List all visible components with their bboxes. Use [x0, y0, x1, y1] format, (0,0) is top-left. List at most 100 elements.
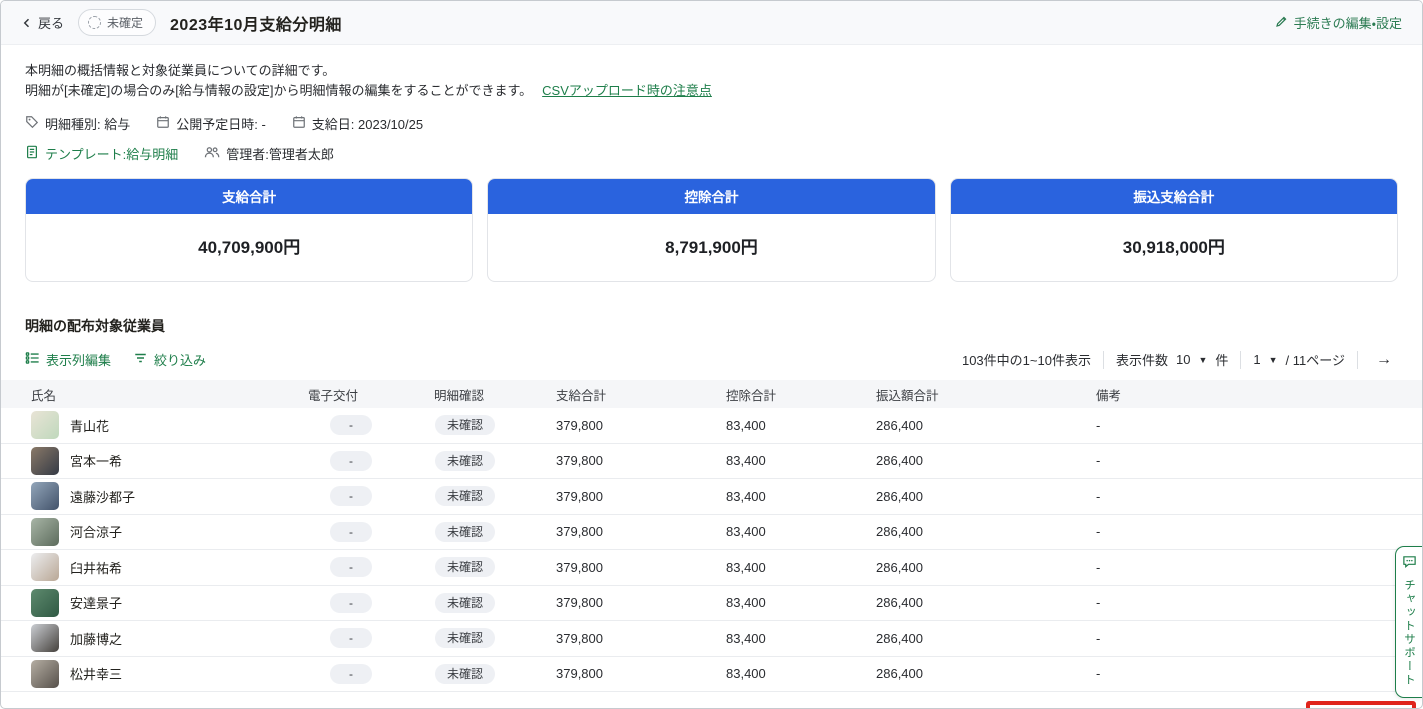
confirm-status-badge: 未確認: [435, 450, 496, 471]
transfer-total-cell: 286,400: [876, 524, 923, 540]
table-toolbar: 表示列編集 絞り込み 103件中の1~10件表示 表示件数 10 ▼ 件 1 ▼…: [25, 350, 1398, 369]
table-row[interactable]: 河合涼子 - 未確認 379,800 83,400 286,400 -: [1, 514, 1422, 550]
card-value: 40,709,900円: [198, 238, 301, 257]
pagination-range: 103件中の1~10件表示: [961, 353, 1091, 368]
transfer-total-cell: 286,400: [876, 453, 923, 469]
status-badge: 未確定: [78, 9, 157, 36]
column-header: 電子交付: [308, 388, 359, 403]
payment-total-cell: 379,800: [556, 559, 603, 575]
chevron-down-icon[interactable]: ▼: [1269, 355, 1278, 365]
procedure-edit-settings-link[interactable]: 手続きの編集・設定: [1275, 13, 1402, 32]
deduction-total-cell: 83,400: [726, 488, 766, 504]
chevron-left-icon: [21, 17, 33, 29]
confirm-status-badge: 未確認: [435, 557, 496, 578]
publish-datetime: 公開予定日時: -: [156, 114, 266, 133]
avatar: [31, 588, 59, 617]
table-row[interactable]: 臼井祐希 - 未確認 379,800 83,400 286,400 -: [1, 550, 1422, 586]
employee-name: 遠藤沙都子: [70, 489, 136, 505]
summary-cards: 支給合計 40,709,900円 控除合計 8,791,900円 振込支給合計 …: [25, 178, 1398, 282]
avatar: [31, 482, 59, 511]
template-link[interactable]: テンプレート:給与明細: [25, 144, 178, 163]
column-header: 明細確認: [434, 388, 485, 403]
back-button[interactable]: 戻る: [21, 13, 64, 32]
per-page-value: 10: [1175, 352, 1191, 367]
avatar: [31, 624, 59, 653]
page-title: 2023年10月支給分明細: [170, 16, 342, 34]
payment-total-cell: 379,800: [556, 524, 603, 540]
column-header: 氏名: [31, 388, 57, 403]
table-row[interactable]: 青山花 - 未確認 379,800 83,400 286,400 -: [1, 408, 1422, 444]
filter-button[interactable]: 絞り込み: [133, 350, 206, 369]
card-value: 8,791,900円: [665, 238, 758, 257]
deduction-total-cell: 83,400: [726, 417, 766, 433]
delivery-badge: -: [330, 592, 372, 613]
calendar-icon: [292, 115, 306, 132]
payment-total-card: 支給合計 40,709,900円: [25, 178, 474, 282]
note-cell: -: [1096, 666, 1101, 682]
edit-columns-button[interactable]: 表示列編集: [25, 350, 111, 369]
confirm-status-badge: 未確認: [435, 663, 496, 684]
next-page-button[interactable]: →: [1370, 351, 1398, 369]
note-cell: -: [1096, 488, 1101, 504]
note-cell: -: [1096, 524, 1101, 540]
deduction-total-cell: 83,400: [726, 453, 766, 469]
pay-date: 支給日: 2023/10/25: [292, 114, 423, 133]
divider: [1357, 350, 1358, 369]
statement-type-text: 明細種別: 給与: [45, 117, 131, 132]
back-label: 戻る: [38, 16, 65, 31]
table-row[interactable]: 遠藤沙都子 - 未確認 379,800 83,400 286,400 -: [1, 479, 1422, 515]
calendar-icon: [156, 115, 170, 132]
payment-total-cell: 379,800: [556, 630, 603, 646]
meta-row-2: テンプレート:給与明細 管理者:管理者太郎: [25, 144, 1398, 163]
per-page-label: 表示件数: [1115, 353, 1168, 368]
card-title: 控除合計: [488, 179, 935, 214]
divider: [1102, 350, 1104, 369]
employee-name: 臼井祐希: [70, 560, 123, 576]
deduction-total-cell: 83,400: [726, 524, 766, 540]
document-icon: [25, 145, 39, 162]
employee-name: 河合涼子: [70, 525, 123, 541]
csv-upload-notes-link[interactable]: CSVアップロード時の注意点: [542, 83, 712, 98]
confirm-status-badge: 未確認: [435, 628, 496, 649]
confirm-status-badge: 未確認: [435, 486, 496, 507]
deduction-total-card: 控除合計 8,791,900円: [487, 178, 936, 282]
table-row[interactable]: 宮本一希 - 未確認 379,800 83,400 286,400 -: [1, 443, 1422, 479]
payment-total-cell: 379,800: [556, 453, 603, 469]
transfer-total-cell: 286,400: [876, 630, 923, 646]
column-header: 支給合計: [556, 388, 607, 403]
avatar: [31, 517, 59, 546]
transfer-total-cell: 286,400: [876, 417, 923, 433]
edit-columns-label: 表示列編集: [46, 353, 112, 368]
card-value: 30,918,000円: [1122, 238, 1225, 257]
note-cell: -: [1096, 559, 1101, 575]
table-body: 青山花 - 未確認 379,800 83,400 286,400 - 宮本一希 …: [1, 408, 1422, 692]
app-window: 戻る 未確定 2023年10月支給分明細 手続きの編集・設定 本明細の概括情報と…: [0, 0, 1423, 709]
table-row[interactable]: 安達景子 - 未確認 379,800 83,400 286,400 -: [1, 585, 1422, 621]
description-line2: 明細が[未確定]の場合のみ[給与情報の設定]から明細情報の編集をすることができま…: [25, 83, 533, 98]
payment-total-cell: 379,800: [556, 488, 603, 504]
filter-label: 絞り込み: [154, 353, 207, 368]
tag-icon: [25, 115, 39, 132]
chat-bubble-icon: [1402, 554, 1417, 574]
page-total-label: / 11ページ: [1285, 353, 1345, 368]
table-row[interactable]: 加藤博之 - 未確認 379,800 83,400 286,400 -: [1, 621, 1422, 657]
transfer-total-cell: 286,400: [876, 666, 923, 682]
note-cell: -: [1096, 595, 1101, 611]
description-line1: 本明細の概括情報と対象従業員についての詳細です。: [25, 63, 336, 78]
admin-info-text: 管理者:管理者太郎: [226, 147, 334, 162]
meta-row-1: 明細種別: 給与 公開予定日時: - 支給日: 2023/10/25: [25, 114, 1398, 133]
chevron-down-icon[interactable]: ▼: [1198, 355, 1207, 365]
payment-total-cell: 379,800: [556, 666, 603, 682]
dashed-circle-icon: [88, 16, 102, 29]
page-header: 戻る 未確定 2023年10月支給分明細 手続きの編集・設定: [1, 1, 1422, 45]
columns-list-icon: [25, 351, 40, 368]
transfer-total-cell: 286,400: [876, 595, 923, 611]
table-row[interactable]: 松井幸三 - 未確認 379,800 83,400 286,400 -: [1, 656, 1422, 692]
avatar: [31, 553, 59, 582]
footer-actions: 給与情報の設定 明細確定: [1, 692, 1422, 708]
confirm-status-badge: 未確認: [435, 592, 496, 613]
deduction-total-cell: 83,400: [726, 630, 766, 646]
publish-datetime-text: 公開予定日時: -: [176, 117, 266, 132]
chat-support-tab[interactable]: チャットサポート: [1395, 546, 1422, 698]
employee-name: 宮本一希: [70, 454, 123, 470]
